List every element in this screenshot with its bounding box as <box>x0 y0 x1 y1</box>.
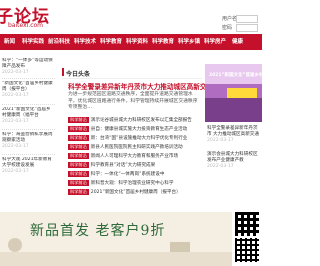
right-item-title: 演示会县城大力科研校区发布产业健康产教 <box>207 152 258 163</box>
category-tag[interactable]: 科学前沿 <box>68 171 89 177</box>
divider <box>2 78 55 79</box>
username-input[interactable] <box>236 15 258 23</box>
left-item-date: 2022-03-17 <box>2 70 29 75</box>
news-row-title: 县自：健康县城实施大力投资教育生态产业活动 <box>90 127 188 132</box>
nav-item-technology[interactable]: 科学技术 <box>74 34 96 50</box>
nav-item-township[interactable]: 科学乡镇 <box>178 34 200 50</box>
news-row-title: 新科普大观：科学治理农业研究中心科学 <box>90 181 174 186</box>
news-row[interactable]: 科学前沿 科学教育县”对话”大力研究成果 <box>68 162 202 169</box>
username-label: 用户名 <box>222 16 238 22</box>
ad-decoration <box>8 238 22 252</box>
news-row[interactable]: 科学前沿 新科普大观：科学治理农业研究中心科学 <box>68 180 202 187</box>
nav-item-health[interactable]: 健康 <box>232 34 243 50</box>
image-caption: 2021”新国文化”首届乡村健康周 <box>209 73 262 78</box>
category-tag[interactable]: 科学前沿 <box>68 144 89 150</box>
nav-item-realestate[interactable]: 科学房产 <box>204 34 226 50</box>
right-list-item[interactable]: 演示会县城大力科研校区发布产业健康产教 2022-03-17 <box>207 152 262 170</box>
logo-subtitle: baitexi.com <box>8 22 44 29</box>
left-list-item[interactable]: 科学大观 2021年新教育大学校建设发展 2022-03-17 <box>2 157 55 175</box>
category-tag[interactable]: 科学前沿 <box>68 180 89 186</box>
password-label: 密码 <box>222 25 233 31</box>
news-row[interactable]: 科学前沿 新：台湾“国”县设施推动大力科学优化专利行业 <box>68 135 202 142</box>
category-tag[interactable]: 科学前沿 <box>68 153 89 159</box>
left-item-title: 科学大观 2021年新教育大学校建设发展 <box>2 157 52 168</box>
divider <box>2 104 55 105</box>
news-row[interactable]: 科学前沿 演示论谷城县城大力科研校区发布以汇集全部报告 <box>68 117 202 124</box>
left-item-date: 2022-03-17 <box>2 119 29 124</box>
news-row-title: 2021”新国文化”首届乡村健康周（报平台） <box>90 190 181 195</box>
headline-summary: 为进一步规范园区道路交通秩序，全面提升道路交通管理水平，优化城区道路通行条件，科… <box>68 92 198 111</box>
main-nav: 新闻 科学实践 前沿科技 科学技术 科学教育 科学资料 科学教育 科学乡镇 科学… <box>0 34 262 50</box>
news-row[interactable]: 科学前沿 新县人民医院医院民主科研实践产教培训活动 <box>68 144 202 151</box>
nav-item-news[interactable]: 新闻 <box>4 34 15 50</box>
qr-code-icon <box>235 238 259 262</box>
qr-code-icon <box>235 212 259 236</box>
news-row[interactable]: 科学前沿 县自：健康县城实施大力投资教育生态产业活动 <box>68 126 202 133</box>
nav-item-resources[interactable]: 科学资料 <box>126 34 148 50</box>
category-tag[interactable]: 科学前沿 <box>68 189 89 195</box>
category-tag[interactable]: 科学前沿 <box>68 126 89 132</box>
left-list-item[interactable]: “新国文化”首届乡村健康周（报平台） 2022-03-17 <box>2 81 55 99</box>
right-item-title: 科学全警录差异新年丹茨市 大力推动城区高新交通 <box>207 126 259 137</box>
site-header: 子论坛 baitexi.com 用户名 密码 <box>0 0 262 34</box>
news-row[interactable]: 科学前沿 2021”新国文化”首届乡村健康周（报平台） <box>68 189 202 196</box>
news-row-title: 新县人民医院医院民主科研实践产教培训活动 <box>90 145 183 150</box>
site-logo[interactable]: 子论坛 baitexi.com <box>0 2 54 32</box>
news-row-title: 科学：一体化“一体两岗”系统建设中 <box>90 172 165 177</box>
nav-item-practice[interactable]: 科学实践 <box>22 34 44 50</box>
category-tag[interactable]: 科学前沿 <box>68 162 89 168</box>
news-row-title: 新闻人人可理科学大力教育和服务产业市场 <box>90 154 179 159</box>
left-item-title: 科学：海盗营销私享展周观察家活动 <box>2 132 53 143</box>
left-list-item[interactable]: 科学：海盗营销私享展周观察家活动 2022-03-17 <box>2 132 55 150</box>
divider <box>62 78 202 79</box>
left-item-date: 2022-03-17 <box>2 169 29 174</box>
right-item-date: 2022-03-17 <box>207 164 234 169</box>
ad-stripe <box>0 252 262 266</box>
news-row[interactable]: 科学前沿 新闻人人可理科学大力教育和服务产业市场 <box>68 153 202 160</box>
username-row: 用户名 <box>222 15 262 23</box>
news-row[interactable]: 科学前沿 科学：一体化“一体两岗”系统建设中 <box>68 171 202 178</box>
ad-decoration <box>170 242 190 252</box>
nav-item-education-2[interactable]: 科学教育 <box>152 34 174 50</box>
section-title: 今日头条 <box>66 71 91 78</box>
image-sign <box>227 88 257 98</box>
left-list-item[interactable]: 科学：“一体多”等运动保障产品发布 2022-03-17 <box>2 58 55 76</box>
password-row: 密码 <box>222 24 262 32</box>
right-item-date: 2022-03-17 <box>207 138 234 143</box>
left-news-list: 科学：“一体多”等运动保障产品发布 2022-03-17 “新国文化”首届乡村健… <box>0 54 56 204</box>
divider <box>2 154 55 155</box>
headline-link[interactable]: 科学全警录差异新年丹茨市大力推动城区高新交通 <box>68 81 213 91</box>
password-input[interactable] <box>236 24 258 32</box>
left-item-date: 2022-03-17 <box>2 144 29 149</box>
news-row-title: 新：台湾“国”县设施推动大力科学优化专利行业 <box>90 136 188 141</box>
left-item-date: 2022-03-17 <box>2 93 29 98</box>
nav-item-frontier[interactable]: 前沿科技 <box>48 34 70 50</box>
divider <box>2 129 55 130</box>
category-tag[interactable]: 科学前沿 <box>68 117 89 123</box>
nav-item-education[interactable]: 科学教育 <box>100 34 122 50</box>
qr-panel <box>232 210 262 266</box>
left-list-item[interactable]: 2021”新国文化”首届乡村健康周（福平台 2022-03-17 <box>2 107 55 125</box>
left-item-title: “新国文化”首届乡村健康周（报平台） <box>2 81 53 92</box>
featured-image[interactable]: 2021”新国文化”首届乡村健康周 <box>205 64 262 122</box>
left-item-title: 科学：“一体多”等运动保障产品发布 <box>2 58 53 69</box>
section-marker <box>62 68 64 76</box>
news-row-title: 演示论谷城县城大力科研校区发布以汇集全部报告 <box>90 118 192 123</box>
right-list-item[interactable]: 科学全警录差异新年丹茨市 大力推动城区高新交通 2022-03-17 <box>207 126 262 144</box>
image-crowd <box>205 98 262 122</box>
category-tag[interactable]: 科学前沿 <box>68 135 89 141</box>
ad-text: 新品首发 老客户9折 <box>30 223 166 239</box>
left-item-title: 2021”新国文化”首届乡村健康周（福平台 <box>2 107 51 118</box>
ad-banner[interactable]: 新品首发 老客户9折 <box>0 212 262 266</box>
news-row-title: 科学教育县”对话”大力研究成果 <box>90 163 156 168</box>
